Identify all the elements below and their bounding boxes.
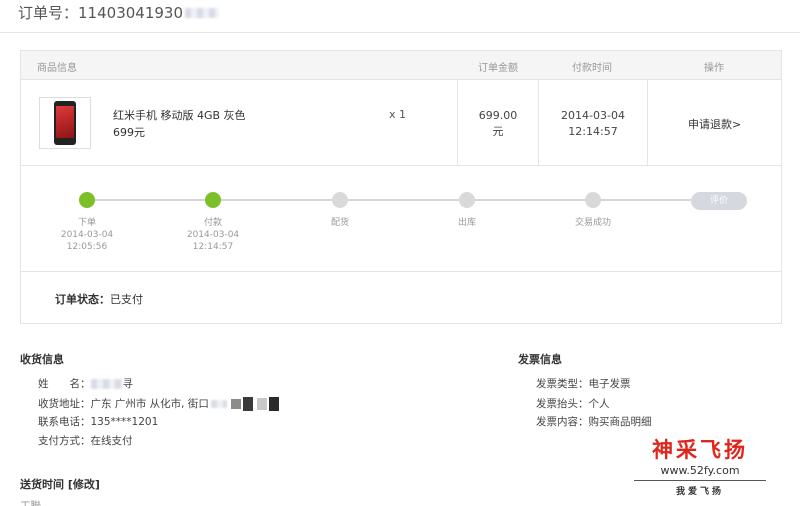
table-row: 红米手机 移动版 4GB 灰色 699元 x 1 699.00 元 2014-0… [21, 80, 781, 166]
header-pay-time: 付款时间 [572, 63, 612, 74]
progress-step-dot [459, 192, 475, 208]
table-header: 商品信息 订单金额 付款时间 操作 [21, 51, 781, 80]
pay-time: 2014-03-04 12:14:57 [561, 109, 625, 138]
shipping-title: 收货信息 [20, 353, 64, 366]
progress-step-label: 出库 [457, 218, 476, 228]
order-number-mask [185, 7, 219, 18]
refund-link[interactable]: 申请退款> [688, 116, 741, 132]
product-thumbnail[interactable] [39, 97, 91, 149]
review-button[interactable]: 评价 [691, 192, 747, 210]
progress-step-dot [332, 192, 348, 208]
column-divider [647, 80, 648, 166]
header-amount: 订单金额 [478, 63, 518, 74]
shipping-name: 姓 名： 寻 [38, 378, 133, 390]
progress-step-label: 配货 [330, 218, 349, 228]
product-price: 699元 [113, 126, 145, 139]
order-number-value: 11403041930 [78, 3, 183, 22]
progress-step-label: 下单 2014-03-04 12:05:56 [60, 218, 114, 252]
progress-track-pending [213, 199, 691, 201]
name-mask [90, 378, 123, 389]
shipping-address: 收货地址： 广东 广州市 从化市, 街口 [38, 396, 279, 411]
delivery-value: 工聯 [20, 500, 41, 506]
header-action: 操作 [704, 63, 724, 74]
product-quantity: x 1 [389, 108, 407, 121]
invoice-content: 发票内容： 购买商品明细 [536, 416, 652, 428]
header-divider [0, 32, 800, 33]
progress-track-done [87, 199, 213, 201]
delivery-title[interactable]: 送货时间 [修改] [20, 476, 100, 492]
watermark-url: www.52fy.com [660, 464, 740, 477]
order-status-value: 已支付 [110, 293, 143, 306]
watermark-logo: 神采飞扬 www.52fy.com 我爱飞扬 [630, 434, 770, 497]
invoice-header: 发票抬头： 个人 [536, 398, 610, 410]
progress-step-label: 付款 2014-03-04 12:14:57 [186, 218, 240, 252]
shipping-phone: 联系电话： 135****1201 [38, 415, 159, 429]
progress-step-dot [205, 192, 221, 208]
header-product: 商品信息 [37, 63, 77, 74]
product-name[interactable]: 红米手机 移动版 4GB 灰色 [113, 107, 246, 123]
order-progress: 下单 2014-03-04 12:05:56 付款 2014-03-04 12:14:57… [21, 166, 781, 272]
watermark-title: 神采飞扬 [652, 438, 748, 462]
order-status: 订单状态：已支付 [55, 291, 143, 307]
phone-image [54, 101, 76, 145]
watermark-sub: 我爱飞扬 [675, 487, 724, 497]
progress-step-label: 交易成功 [574, 218, 611, 228]
progress-step-dot [79, 192, 95, 208]
shipping-payment: 支付方式： 在线支付 [38, 435, 133, 447]
order-status-label: 订单状态： [55, 293, 110, 306]
invoice-type: 发票类型： 电子发票 [536, 378, 631, 390]
order-number: 订单号： 11403041930 [18, 2, 219, 23]
order-detail-box: 商品信息 订单金额 付款时间 操作 红米手机 移动版 4GB 灰色 699元 x… [20, 50, 782, 324]
order-number-label: 订单号： [18, 4, 79, 22]
order-amount: 699.00 元 [478, 109, 518, 138]
progress-step-dot [585, 192, 601, 208]
invoice-title: 发票信息 [518, 353, 562, 366]
